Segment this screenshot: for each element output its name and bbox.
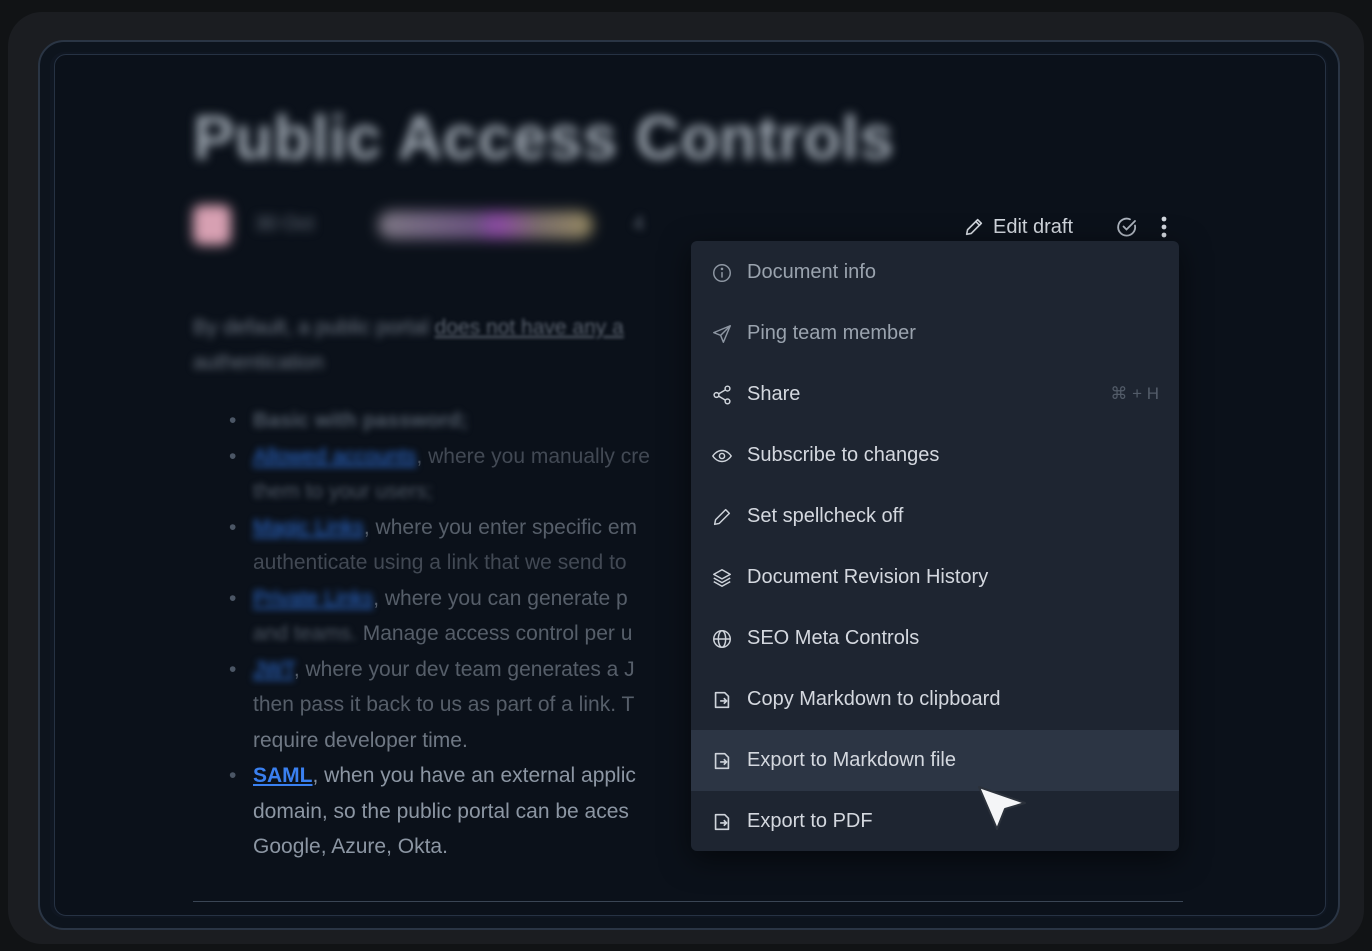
kebab-menu-icon (1161, 216, 1167, 238)
menu-item-export-pdf[interactable]: Export to PDF (691, 791, 1179, 852)
list-item-text: , where you can generate p (373, 586, 628, 610)
menu-item-label: Export to PDF (747, 810, 873, 832)
intro-link[interactable]: does not have any a (435, 316, 624, 339)
list-item-link[interactable]: JWT (253, 658, 294, 681)
menu-item-label: Set spellcheck off (747, 505, 904, 527)
list-item: Basic with password; (223, 403, 743, 439)
auth-methods-list: Basic with password; Allowed accounts, w… (223, 403, 743, 865)
share-icon (711, 384, 733, 406)
menu-item-spellcheck[interactable]: Set spellcheck off (691, 486, 1179, 547)
list-item: SAML, when you have an external applic d… (223, 758, 743, 865)
list-item-cont: them to your users; (253, 480, 433, 503)
divider (193, 901, 1183, 902)
export-icon (711, 811, 733, 833)
menu-item-label: SEO Meta Controls (747, 627, 920, 649)
list-item-link[interactable]: SAML (253, 764, 313, 787)
list-item-link[interactable]: Magic Links (253, 516, 364, 539)
menu-item-label: Share (747, 383, 801, 405)
menu-item-export-markdown[interactable]: Export to Markdown file (691, 730, 1179, 791)
menu-item-ping-team-member[interactable]: Ping team member (691, 303, 1179, 364)
avatar[interactable] (193, 205, 231, 245)
menu-item-label: Ping team member (747, 322, 916, 344)
meta-count: 4 (633, 213, 645, 235)
info-circle-icon (711, 262, 733, 284)
list-item-text: , where you enter specific em (363, 515, 638, 539)
document-meta: 30 Oct 4 (193, 205, 673, 245)
pencil-icon (711, 506, 733, 528)
meta-tags (378, 211, 593, 239)
list-item-cont: then pass it back to us as part of a lin… (253, 693, 635, 716)
export-icon (711, 689, 733, 711)
list-item-text: , where you manually cre (416, 444, 650, 468)
meta-date: 30 Oct (255, 213, 314, 235)
check-circle-icon (1117, 217, 1137, 237)
menu-item-subscribe[interactable]: Subscribe to changes (691, 425, 1179, 486)
list-item-cont-prefix: and teams. (253, 622, 357, 645)
list-item-text: , when you have an external applic (312, 764, 636, 787)
menu-item-share[interactable]: Share ⌘ + H (691, 364, 1179, 425)
globe-icon (711, 628, 733, 650)
edit-draft-button[interactable]: Edit draft (963, 212, 1073, 242)
intro-text: By default, a public portal (193, 316, 429, 339)
menu-item-label: Document Revision History (747, 566, 989, 588)
mouse-pointer-icon (978, 786, 1026, 830)
more-options-button[interactable] (1153, 212, 1175, 242)
list-item-link[interactable]: Allowed accounts (253, 445, 416, 468)
list-item-cont: domain, so the public portal can be aces (253, 799, 629, 823)
list-item-cont2: Google, Azure, Okta. (253, 835, 448, 858)
pencil-icon (965, 218, 983, 236)
list-item-text: , where your dev team generates a J (293, 657, 635, 681)
list-item: Private Links, where you can generate p … (223, 581, 743, 652)
screen: Public Access Controls 30 Oct 4 Edit dra… (54, 54, 1326, 916)
document-title: Public Access Controls (193, 104, 895, 173)
edit-draft-label: Edit draft (993, 215, 1074, 238)
list-item-cont: Manage access control per u (356, 622, 633, 645)
send-icon (711, 323, 733, 345)
list-item: JWT, where your dev team generates a J t… (223, 652, 743, 759)
menu-item-label: Subscribe to changes (747, 444, 940, 466)
more-options-menu: Document info Ping team member Share ⌘ +… (691, 241, 1179, 851)
list-item-lead: Basic with password; (253, 409, 468, 432)
list-item-cont2: require developer time. (253, 728, 468, 752)
intro-paragraph: By default, a public portal does not hav… (193, 310, 753, 380)
menu-item-seo-meta[interactable]: SEO Meta Controls (691, 608, 1179, 669)
menu-item-revision-history[interactable]: Document Revision History (691, 547, 1179, 608)
menu-item-document-info[interactable]: Document info (691, 242, 1179, 303)
intro-text-line2: authentication (193, 351, 324, 374)
list-item-cont: authenticate using a link that we send t… (253, 551, 627, 574)
layers-icon (711, 567, 733, 589)
menu-item-label: Copy Markdown to clipboard (747, 688, 1001, 710)
eye-icon (711, 445, 733, 467)
export-icon (711, 750, 733, 772)
menu-item-label: Document info (747, 261, 876, 283)
keyboard-shortcut: ⌘ + H (1110, 384, 1159, 403)
menu-item-copy-markdown[interactable]: Copy Markdown to clipboard (691, 669, 1179, 730)
approve-button[interactable] (1113, 213, 1141, 241)
list-item-link[interactable]: Private Links (253, 587, 373, 610)
list-item: Magic Links, where you enter specific em… (223, 510, 743, 581)
list-item: Allowed accounts, where you manually cre… (223, 439, 743, 510)
menu-item-label: Export to Markdown file (747, 749, 956, 771)
